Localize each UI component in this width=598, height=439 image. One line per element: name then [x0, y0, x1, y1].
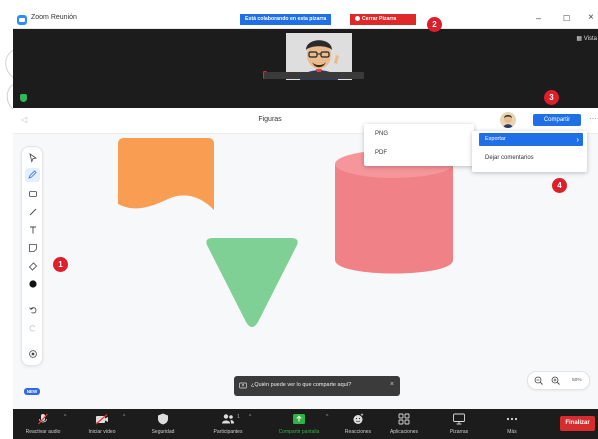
- annotation-marker-3: 3: [544, 90, 559, 105]
- pen-tool-icon[interactable]: [25, 168, 40, 182]
- mic-muted-icon: [38, 413, 48, 425]
- eraser-icon[interactable]: [28, 261, 38, 271]
- undo-icon[interactable]: [28, 305, 38, 315]
- more-button[interactable]: Más: [498, 409, 526, 439]
- end-meeting-button[interactable]: Finalizar: [560, 416, 595, 431]
- security-shield-icon: [20, 94, 27, 102]
- unmute-audio-button[interactable]: ^ Reactivar audio: [15, 409, 71, 439]
- annotation-marker-4: 4: [552, 178, 567, 193]
- minimize-button[interactable]: –: [536, 13, 541, 23]
- tool-palette: [21, 146, 43, 366]
- record-dot-icon: [355, 16, 360, 21]
- text-tool-icon[interactable]: [28, 225, 38, 235]
- new-badge: NEW: [24, 388, 40, 395]
- apps-label: Aplicaciones: [389, 429, 419, 435]
- back-arrow-icon[interactable]: ◁: [21, 115, 27, 124]
- more-options-icon[interactable]: ···: [589, 114, 597, 123]
- export-format-menu: PNG PDF: [364, 124, 474, 166]
- share-screen-label: Compartir pantalla: [278, 429, 320, 435]
- reactions-icon: [353, 413, 364, 424]
- video-strip: ▦ Vista: [13, 29, 598, 108]
- whiteboard-icon: [453, 413, 465, 425]
- share-options-caret[interactable]: ^: [326, 414, 328, 420]
- color-picker-icon[interactable]: [28, 279, 38, 289]
- background-decoration: [5, 49, 14, 111]
- unmute-audio-label: Reactivar audio: [25, 429, 61, 435]
- export-label: Exportar: [485, 136, 506, 142]
- window-title: Zoom Reunión: [31, 14, 77, 21]
- apps-button[interactable]: Aplicaciones: [382, 409, 426, 439]
- participants-count: 1: [237, 414, 240, 420]
- whiteboard-canvas[interactable]: NEW: [13, 134, 598, 410]
- chevron-right-icon: ›: [576, 135, 579, 144]
- audio-options-caret[interactable]: ^: [64, 414, 66, 420]
- annotation-marker-2: 2: [427, 17, 442, 32]
- participant-name-label: [264, 72, 364, 79]
- video-off-icon: [95, 414, 108, 425]
- sticky-note-icon[interactable]: [28, 243, 38, 253]
- redo-icon[interactable]: [28, 323, 38, 333]
- start-video-label: Iniciar vídeo: [88, 429, 116, 435]
- triangle-shape[interactable]: [203, 238, 301, 328]
- avatar-icon: [503, 115, 513, 128]
- participants-options-caret[interactable]: ^: [249, 414, 251, 420]
- export-menu-item[interactable]: Exportar ›: [479, 133, 583, 146]
- reactions-label: Reacciones: [344, 429, 372, 435]
- whiteboards-button[interactable]: Pizarras: [440, 409, 478, 439]
- whiteboard-title: Figuras: [258, 116, 282, 123]
- view-label: Vista: [583, 36, 597, 42]
- title-bar: Zoom Reunión Está colaborando en esta pi…: [13, 11, 598, 29]
- collaborating-banner: Está colaborando en esta pizarra: [240, 14, 332, 25]
- shield-icon: [158, 413, 168, 425]
- meeting-toolbar: ^ Reactivar audio ^ Iniciar vídeo Seguri…: [13, 409, 598, 439]
- cylinder-shape[interactable]: [335, 150, 453, 274]
- share-button[interactable]: Compartir: [533, 114, 581, 126]
- leave-comments-item[interactable]: Dejar comentarios: [485, 155, 534, 161]
- security-label: Seguridad: [151, 429, 175, 435]
- shape-tool-icon[interactable]: [28, 189, 38, 199]
- toast-close-button[interactable]: ×: [390, 381, 394, 388]
- close-whiteboard-button[interactable]: Cerrar Pizarra: [350, 14, 416, 25]
- close-window-button[interactable]: ×: [588, 12, 594, 23]
- whiteboard-options-menu: Exportar › Dejar comentarios: [472, 131, 587, 172]
- share-screen-button[interactable]: ^ Compartir pantalla: [266, 409, 332, 439]
- participants-label: Participantes: [213, 429, 243, 435]
- zoom-in-icon[interactable]: [550, 375, 562, 387]
- zoom-control: 50%: [527, 371, 590, 390]
- zoom-level-label[interactable]: 50%: [572, 378, 582, 383]
- zoom-window: Zoom Reunión Está colaborando en esta pi…: [0, 0, 598, 439]
- line-tool-icon[interactable]: [28, 207, 38, 217]
- start-video-button[interactable]: ^ Iniciar vídeo: [76, 409, 128, 439]
- history-icon[interactable]: [28, 349, 38, 359]
- zoom-out-icon[interactable]: [533, 375, 545, 387]
- annotation-marker-1: 1: [53, 257, 68, 272]
- select-tool-icon[interactable]: [28, 153, 38, 163]
- video-options-caret[interactable]: ^: [123, 414, 125, 420]
- apps-icon: [398, 413, 410, 425]
- sharing-info-toast[interactable]: ¿Quién puede ver lo que comparte aquí? ×: [234, 376, 400, 396]
- security-button[interactable]: Seguridad: [138, 409, 188, 439]
- export-png-option[interactable]: PNG: [375, 131, 388, 137]
- participants-button[interactable]: 1 ^ Participantes: [201, 409, 255, 439]
- share-screen-icon: [293, 414, 305, 424]
- maximize-button[interactable]: ☐: [563, 14, 570, 23]
- share-info-icon: [239, 382, 247, 389]
- more-label: Más: [507, 429, 517, 435]
- zoom-logo-icon: [17, 15, 27, 25]
- collaborator-avatar[interactable]: [500, 112, 516, 128]
- toast-text: ¿Quién puede ver lo que comparte aquí?: [251, 382, 352, 388]
- export-pdf-option[interactable]: PDF: [375, 150, 387, 156]
- grid-icon: ▦: [576, 36, 584, 42]
- view-button[interactable]: ▦ Vista: [576, 35, 597, 42]
- whiteboards-label: Pizarras: [449, 429, 469, 435]
- wave-shape[interactable]: [118, 138, 214, 212]
- more-icon: [506, 417, 518, 421]
- reactions-button[interactable]: Reacciones: [337, 409, 379, 439]
- close-whiteboard-label: Cerrar Pizarra: [362, 16, 397, 22]
- participants-icon: [222, 414, 234, 424]
